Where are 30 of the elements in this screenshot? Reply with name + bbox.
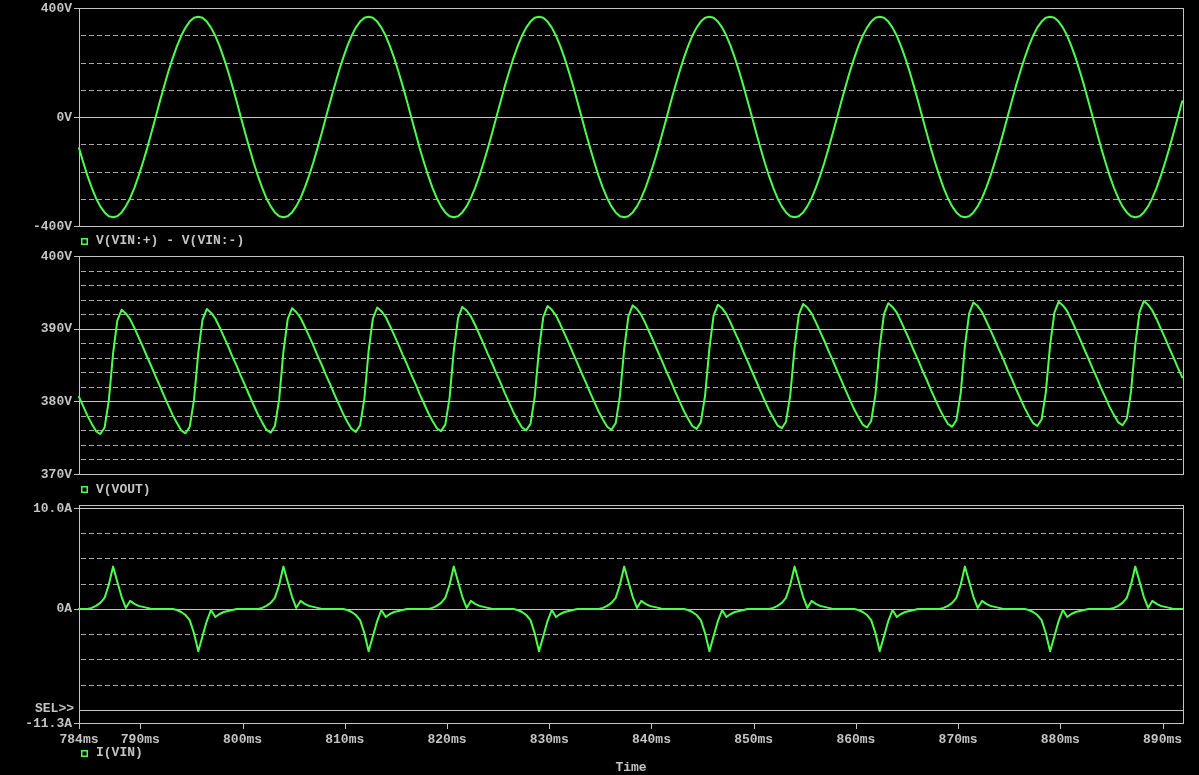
y-axis-label: 370V bbox=[40, 466, 72, 482]
x-axis-label: 870ms bbox=[938, 731, 978, 746]
selection-marker: SEL>> bbox=[35, 700, 74, 716]
y-axis-label: 400V bbox=[40, 0, 72, 16]
y-axis-label: 390V bbox=[40, 321, 72, 337]
x-axis-title: Time bbox=[615, 760, 647, 775]
y-axis-label: 400V bbox=[40, 248, 72, 264]
y-axis-label: -400V bbox=[33, 218, 72, 234]
x-axis-label: 810ms bbox=[325, 731, 365, 746]
legend-marker-icon bbox=[81, 486, 88, 493]
legend-label: V(VOUT) bbox=[96, 482, 151, 497]
x-axis-label: 820ms bbox=[427, 731, 467, 746]
legend-marker-icon bbox=[81, 749, 88, 757]
x-axis-label: 800ms bbox=[223, 731, 263, 746]
y-axis-label: 380V bbox=[40, 393, 72, 409]
x-axis-label: 840ms bbox=[631, 731, 671, 746]
x-axis-label: 890ms bbox=[1143, 731, 1183, 746]
y-axis-label: 0A bbox=[56, 601, 72, 617]
y-axis-label: 10.0A bbox=[33, 500, 72, 516]
x-axis-label: 784ms bbox=[59, 731, 99, 746]
legend-label: V(VIN:+) - V(VIN:-) bbox=[96, 234, 245, 248]
y-axis-label: 0V bbox=[56, 109, 72, 125]
x-axis-label: 880ms bbox=[1040, 731, 1080, 746]
x-axis-label: 860ms bbox=[836, 731, 876, 746]
y-axis-label: -11.3A bbox=[25, 715, 72, 731]
legend-label: I(VIN) bbox=[96, 746, 143, 760]
legend-marker-icon bbox=[81, 237, 88, 245]
x-axis-label: 830ms bbox=[529, 731, 569, 746]
x-axis-label: 790ms bbox=[120, 731, 160, 746]
x-axis-label: 850ms bbox=[734, 731, 774, 746]
